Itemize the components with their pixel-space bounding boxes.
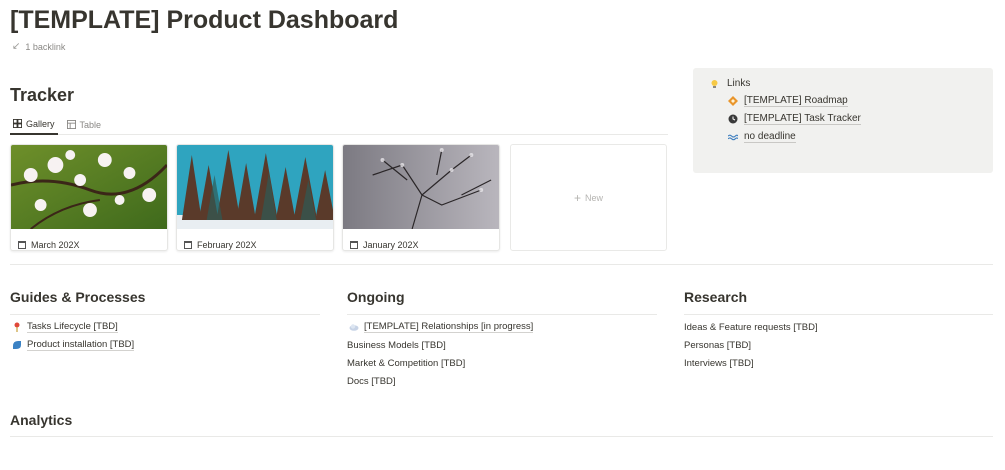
link-roadmap-label: [TEMPLATE] Roadmap (744, 95, 848, 107)
ongoing-item-label: Market & Competition [TBD] (347, 358, 466, 369)
diamond-orange-icon (728, 96, 738, 106)
backlink-arrow-icon: ↙ (12, 41, 21, 52)
gallery-card-january[interactable]: January 202X (342, 144, 500, 251)
new-card-button[interactable]: + New (510, 144, 667, 251)
gallery-card-february[interactable]: February 202X (176, 144, 334, 251)
table-icon (66, 120, 76, 129)
research-heading: Research (684, 289, 748, 305)
card-caption: February 202X (177, 234, 333, 250)
research-item-ideas[interactable]: Ideas & Feature requests [TBD] (684, 322, 818, 333)
new-card-label: New (585, 192, 604, 203)
links-title: Links (727, 78, 751, 89)
research-item-label: Personas [TBD] (684, 340, 752, 351)
waves-icon (728, 132, 738, 142)
card-caption: January 202X (343, 234, 499, 250)
calendar-icon (350, 241, 358, 249)
link-roadmap[interactable]: [TEMPLATE] Roadmap (728, 95, 983, 107)
link-no-deadline[interactable]: no deadline (728, 131, 983, 143)
backlink-link[interactable]: ↙ 1 backlink (12, 41, 65, 52)
link-task-tracker[interactable]: [TEMPLATE] Task Tracker (728, 113, 983, 125)
tab-gallery-label: Gallery (26, 118, 55, 129)
ongoing-rule (347, 314, 657, 315)
research-item-personas[interactable]: Personas [TBD] (684, 340, 751, 351)
section-divider (10, 264, 993, 265)
calendar-icon (18, 241, 26, 249)
card-caption: March 202X (11, 234, 167, 250)
winter-forest-cover (177, 145, 333, 229)
pin-icon (12, 322, 22, 332)
guides-item-label: Tasks Lifecycle [TBD] (27, 321, 118, 333)
plus-icon: + (573, 190, 581, 205)
blue-shape-icon (12, 340, 22, 350)
tab-table-label: Table (79, 119, 102, 130)
ongoing-item-label: [TEMPLATE] Relationships [in progress] (364, 321, 534, 333)
ongoing-item-market-competition[interactable]: Market & Competition [TBD] (347, 358, 465, 369)
guides-rule (10, 314, 320, 315)
view-tabs: Gallery Table (10, 114, 668, 135)
lightbulb-icon (709, 79, 719, 89)
page-title: [TEMPLATE] Product Dashboard (10, 6, 399, 34)
backlink-label: 1 backlink (25, 41, 66, 52)
ongoing-item-relationships[interactable]: [TEMPLATE] Relationships [in progress] (349, 321, 534, 333)
research-item-label: Interviews [TBD] (684, 358, 754, 369)
ongoing-item-label: Docs [TBD] (347, 376, 396, 387)
guides-item-product-installation[interactable]: Product installation [TBD] (12, 339, 135, 351)
card-title: February 202X (197, 240, 257, 250)
tracker-heading: Tracker (10, 85, 75, 105)
clock-icon (728, 114, 738, 124)
guides-heading: Guides & Processes (10, 289, 146, 305)
link-no-deadline-label: no deadline (744, 131, 796, 143)
cherry-blossom-cover (11, 145, 167, 230)
research-rule (684, 314, 993, 315)
analytics-heading: Analytics (10, 412, 73, 428)
analytics-rule (10, 436, 993, 437)
gallery-card-march[interactable]: March 202X (10, 144, 168, 251)
ongoing-item-label: Business Models [TBD] (347, 340, 446, 351)
card-title: January 202X (363, 240, 419, 250)
research-item-label: Ideas & Feature requests [TBD] (684, 322, 818, 333)
link-task-tracker-label: [TEMPLATE] Task Tracker (744, 113, 861, 125)
gallery-icon (13, 119, 22, 128)
tab-gallery[interactable]: Gallery (10, 114, 58, 135)
frosted-branches-cover (343, 145, 499, 230)
links-callout: Links [TEMPLATE] Roadmap [TEMPLATE] Task… (693, 68, 993, 173)
guides-item-label: Product installation [TBD] (27, 339, 135, 351)
ongoing-heading: Ongoing (347, 289, 405, 305)
ongoing-item-business-models[interactable]: Business Models [TBD] (347, 340, 446, 351)
cloud-icon (349, 322, 359, 332)
ongoing-item-docs[interactable]: Docs [TBD] (347, 376, 396, 387)
research-item-interviews[interactable]: Interviews [TBD] (684, 358, 754, 369)
card-title: March 202X (31, 240, 80, 250)
guides-item-tasks-lifecycle[interactable]: Tasks Lifecycle [TBD] (12, 321, 118, 333)
tab-table[interactable]: Table (64, 114, 105, 135)
calendar-icon (184, 241, 192, 249)
links-header: Links (709, 78, 983, 89)
